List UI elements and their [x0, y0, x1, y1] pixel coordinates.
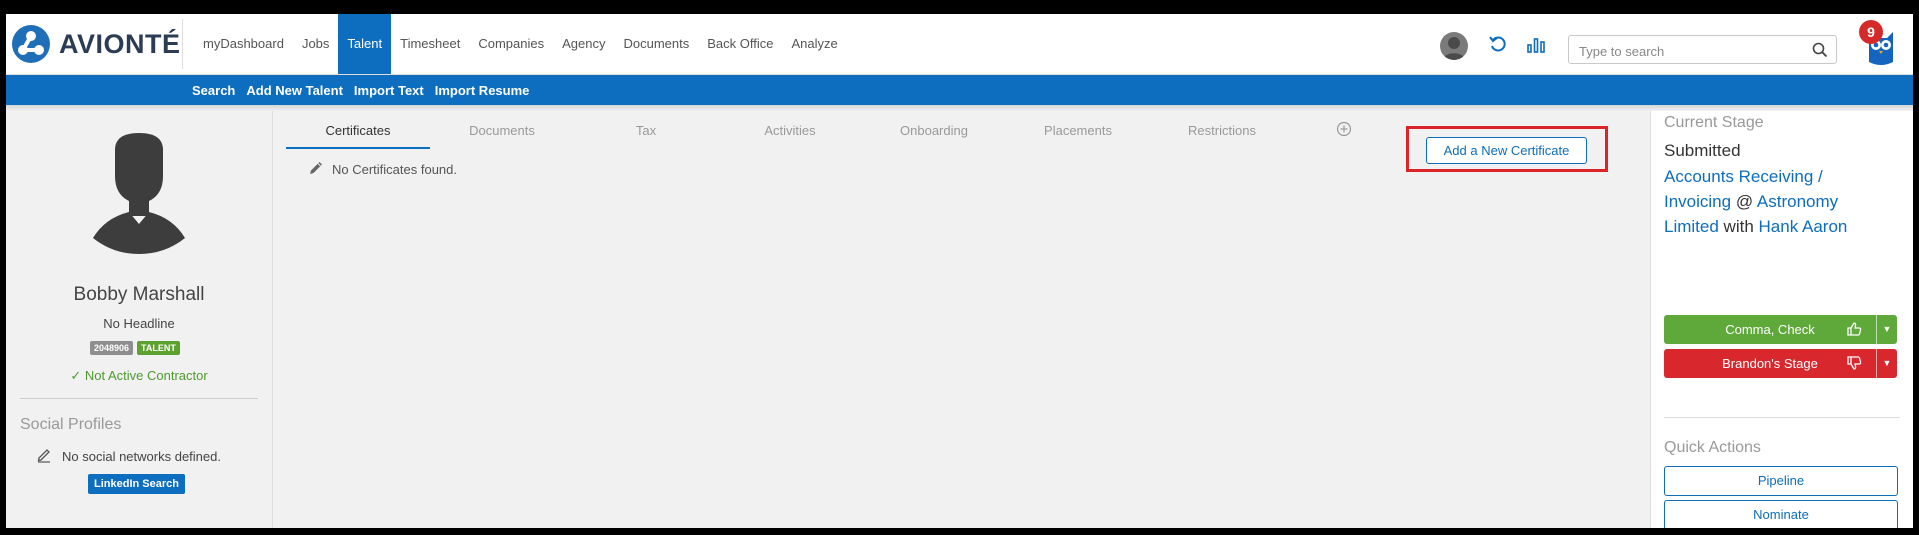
nav-item-analyze[interactable]: Analyze — [782, 14, 846, 74]
tab-onboarding[interactable]: Onboarding — [862, 111, 1006, 149]
no-certificates-message: No Certificates found. — [308, 160, 457, 179]
thumbs-up-icon — [1846, 321, 1862, 340]
linkedin-search-button[interactable]: LinkedIn Search — [88, 474, 185, 494]
current-stage-title: Current Stage — [1664, 114, 1764, 131]
profile-badges: 2048906 TALENT — [90, 341, 180, 355]
app-window: AVIONTÉ myDashboard Jobs Talent Timeshee… — [6, 14, 1913, 528]
logo-divider — [182, 19, 183, 69]
nav-item-documents[interactable]: Documents — [614, 14, 698, 74]
quick-actions-title: Quick Actions — [1664, 439, 1761, 456]
tab-tax[interactable]: Tax — [574, 111, 718, 149]
reject-stage-button[interactable]: Brandon's Stage ▼ — [1664, 349, 1897, 378]
main-nav: myDashboard Jobs Talent Timesheet Compan… — [194, 14, 847, 74]
profile-panel: Bobby Marshall No Headline 2048906 TALEN… — [6, 111, 273, 528]
contact-link[interactable]: Hank Aaron — [1759, 217, 1848, 236]
profile-tabs: Certificates Documents Tax Activities On… — [286, 111, 1294, 149]
reject-stage-label: Brandon's Stage — [1722, 356, 1818, 371]
thumbs-down-icon — [1846, 355, 1862, 374]
subnav-search[interactable]: Search — [192, 83, 235, 98]
search-icon[interactable] — [1812, 42, 1828, 63]
talent-type-badge: TALENT — [137, 341, 180, 355]
pipeline-button[interactable]: Pipeline — [1664, 466, 1898, 496]
tab-placements[interactable]: Placements — [1006, 111, 1150, 149]
brand-logo[interactable]: AVIONTÉ — [12, 24, 181, 64]
add-new-certificate-button[interactable]: Add a New Certificate — [1426, 137, 1587, 164]
nav-item-timesheet[interactable]: Timesheet — [391, 14, 469, 74]
top-bar: AVIONTÉ myDashboard Jobs Talent Timeshee… — [6, 14, 1913, 75]
stage-description: Accounts Receiving / Invoicing @ Astrono… — [1664, 164, 1884, 239]
advance-stage-dropdown-icon[interactable]: ▼ — [1876, 315, 1897, 344]
stage-divider — [1664, 417, 1900, 418]
no-certificates-text: No Certificates found. — [332, 162, 458, 177]
notification-count-badge[interactable]: 9 — [1859, 20, 1883, 44]
tab-certificates[interactable]: Certificates — [286, 111, 430, 149]
nav-item-mydashboard[interactable]: myDashboard — [194, 14, 293, 74]
tab-activities[interactable]: Activities — [718, 111, 862, 149]
social-profiles-title: Social Profiles — [20, 416, 122, 433]
edit-pencil-icon[interactable] — [36, 447, 52, 466]
reject-stage-dropdown-icon[interactable]: ▼ — [1876, 349, 1897, 378]
nav-item-jobs[interactable]: Jobs — [293, 14, 338, 74]
stage-panel: Current Stage Submitted Accounts Receivi… — [1650, 111, 1913, 528]
user-avatar[interactable] — [1440, 32, 1468, 60]
nav-item-back-office[interactable]: Back Office — [698, 14, 782, 74]
brand-logo-icon — [12, 25, 50, 63]
at-separator: @ — [1735, 192, 1754, 211]
nav-item-agency[interactable]: Agency — [553, 14, 614, 74]
advance-stage-button[interactable]: Comma, Check ▼ — [1664, 315, 1897, 344]
add-tab-plus-icon[interactable] — [1336, 121, 1352, 142]
pencil-icon — [308, 160, 324, 179]
profile-divider — [20, 398, 258, 399]
profile-headline: No Headline — [103, 316, 175, 331]
global-search — [1568, 35, 1837, 64]
subnav-add-new-talent[interactable]: Add New Talent — [246, 83, 343, 98]
tab-restrictions[interactable]: Restrictions — [1150, 111, 1294, 149]
nav-item-talent[interactable]: Talent — [338, 14, 392, 74]
refresh-icon[interactable] — [1488, 34, 1508, 59]
stage-status: Submitted — [1664, 141, 1741, 160]
nav-item-companies[interactable]: Companies — [469, 14, 553, 74]
no-social-text: No social networks defined. — [62, 449, 221, 464]
brand-name: AVIONTÉ — [59, 28, 181, 59]
analytics-chart-icon[interactable] — [1526, 34, 1546, 59]
with-separator: with — [1723, 217, 1754, 236]
subnav-import-text[interactable]: Import Text — [354, 83, 424, 98]
check-icon: ✓ — [70, 368, 82, 383]
advance-stage-label: Comma, Check — [1725, 322, 1815, 337]
profile-avatar-icon — [85, 128, 193, 261]
contractor-status: ✓ Not Active Contractor — [6, 368, 272, 384]
talent-id-badge: 2048906 — [90, 341, 134, 355]
profile-name: Bobby Marshall — [73, 284, 205, 305]
contractor-status-text: Not Active Contractor — [84, 368, 208, 383]
tab-documents[interactable]: Documents — [430, 111, 574, 149]
no-social-networks: No social networks defined. — [36, 447, 221, 466]
sub-nav: Search Add New Talent Import Text Import… — [6, 75, 1913, 105]
search-input[interactable] — [1577, 40, 1801, 62]
nominate-button[interactable]: Nominate — [1664, 500, 1898, 528]
subnav-import-resume[interactable]: Import Resume — [435, 83, 530, 98]
